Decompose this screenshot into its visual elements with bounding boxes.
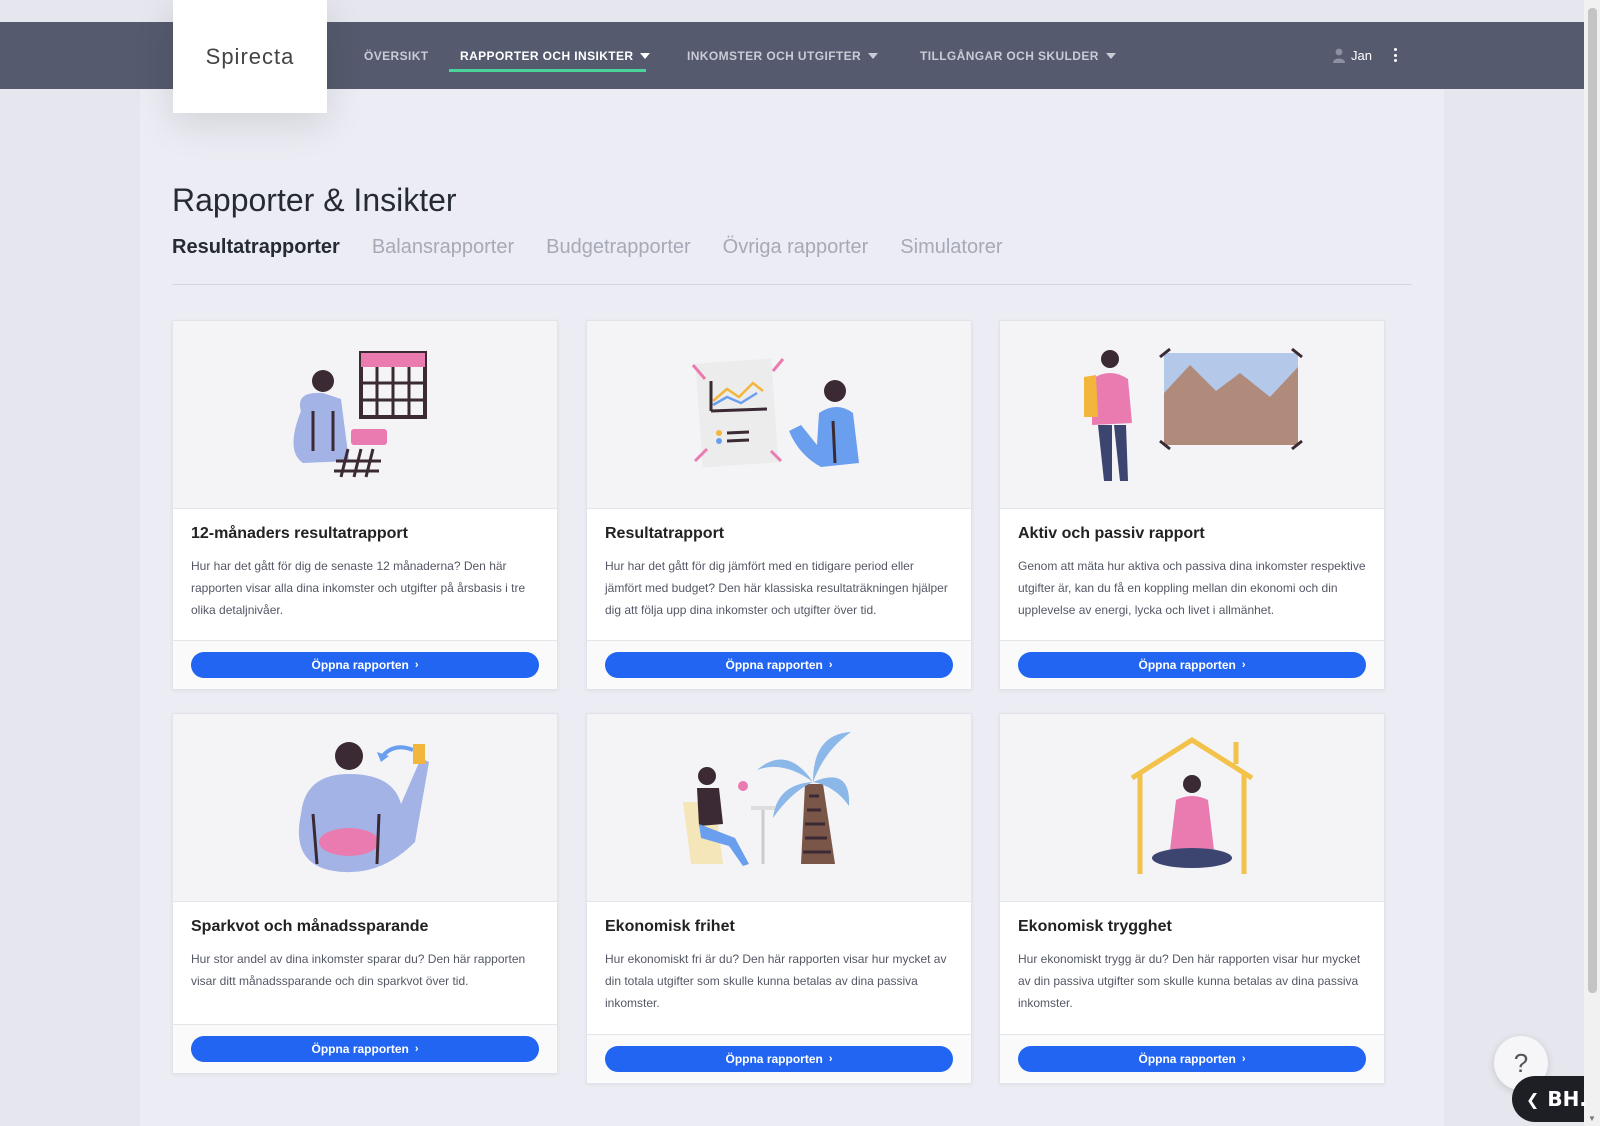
bh-logo: BH.: [1547, 1087, 1587, 1111]
open-report-button[interactable]: Öppna rapporten ›: [605, 652, 953, 678]
chevron-down-icon: [640, 52, 651, 59]
chart-presentation-illustration: [587, 321, 971, 509]
card-footer: Öppna rapporten ›: [1000, 640, 1384, 689]
help-icon: ?: [1513, 1047, 1529, 1078]
card-footer: Öppna rapporten ›: [1000, 1034, 1384, 1083]
user-menu[interactable]: Jan: [1333, 22, 1372, 89]
app-logo[interactable]: Spirecta: [173, 0, 327, 113]
chevron-right-icon: ›: [414, 659, 419, 671]
tab-ovriga-rapporter[interactable]: Övriga rapporter: [723, 236, 869, 259]
button-label: Öppna rapporten: [311, 658, 409, 672]
button-label: Öppna rapporten: [1138, 1052, 1236, 1066]
chevron-down-icon: [1105, 52, 1116, 59]
card-footer: Öppna rapporten ›: [173, 640, 557, 689]
user-icon: [1333, 48, 1345, 63]
chevron-right-icon: ›: [414, 1043, 419, 1055]
calendar-illustration: [173, 321, 557, 509]
chevron-left-icon: ❮: [1526, 1089, 1540, 1109]
chevron-right-icon: ›: [828, 659, 833, 671]
tab-budgetrapporter[interactable]: Budgetrapporter: [546, 236, 691, 259]
nav-item-oversikt[interactable]: ÖVERSIKT: [364, 22, 429, 89]
card-footer: Öppna rapporten ›: [587, 640, 971, 689]
scrollbar-thumb[interactable]: [1588, 8, 1597, 993]
card-title: Aktiv och passiv rapport: [1018, 525, 1205, 542]
house-meditation-illustration: [1000, 714, 1384, 902]
open-report-button[interactable]: Öppna rapporten ›: [1018, 652, 1366, 678]
card-description: Genom att mäta hur aktiva och passiva di…: [1018, 559, 1366, 617]
button-label: Öppna rapporten: [311, 1042, 409, 1056]
nav-item-tillgangar[interactable]: TILLGÅNGAR OCH SKULDER: [920, 22, 1116, 89]
report-tabs: Resultatrapporter Balansrapporter Budget…: [172, 236, 1003, 259]
open-report-button[interactable]: Öppna rapporten ›: [191, 1036, 539, 1062]
palm-tree-illustration: [587, 714, 971, 902]
bh-widget-button[interactable]: ❮ BH.: [1512, 1076, 1587, 1122]
card-description: Hur ekonomiskt fri är du? Den här rappor…: [605, 952, 947, 1010]
button-label: Öppna rapporten: [1138, 658, 1236, 672]
active-nav-indicator: [449, 69, 646, 72]
more-options-icon[interactable]: [1392, 48, 1398, 62]
piggy-bank-illustration: [173, 714, 557, 902]
tab-balansrapporter[interactable]: Balansrapporter: [372, 236, 514, 259]
report-card: Ekonomisk frihet Hur ekonomiskt fri är d…: [586, 713, 972, 1084]
nav-item-inkomster[interactable]: INKOMSTER OCH UTGIFTER: [687, 22, 879, 89]
report-card: Resultatrapport Hur har det gått för dig…: [586, 320, 972, 690]
report-card: 12-månaders resultatrapport Hur har det …: [172, 320, 558, 690]
nav-item-label: TILLGÅNGAR OCH SKULDER: [920, 48, 1099, 63]
card-description: Hur stor andel av dina inkomster sparar …: [191, 952, 526, 988]
tabs-divider: [172, 284, 1412, 285]
card-description: Hur har det gått för dig jämfört med en …: [605, 559, 948, 617]
card-title: Ekonomisk frihet: [605, 918, 735, 935]
card-description: Hur ekonomiskt trygg är du? Den här rapp…: [1018, 952, 1361, 1010]
chevron-right-icon: ›: [1241, 659, 1246, 671]
nav-item-rapporter[interactable]: RAPPORTER OCH INSIKTER: [460, 22, 651, 89]
open-report-button[interactable]: Öppna rapporten ›: [191, 652, 539, 678]
report-card: Ekonomisk trygghet Hur ekonomiskt trygg …: [999, 713, 1385, 1084]
open-report-button[interactable]: Öppna rapporten ›: [1018, 1046, 1366, 1072]
card-title: 12-månaders resultatrapport: [191, 525, 408, 542]
page-title: Rapporter & Insikter: [172, 182, 457, 218]
nav-item-label: RAPPORTER OCH INSIKTER: [460, 48, 634, 63]
chevron-down-icon: [868, 52, 879, 59]
nav-item-label: INKOMSTER OCH UTGIFTER: [687, 48, 862, 63]
tab-simulatorer[interactable]: Simulatorer: [900, 236, 1002, 259]
button-label: Öppna rapporten: [725, 658, 823, 672]
card-footer: Öppna rapporten ›: [173, 1024, 557, 1073]
card-footer: Öppna rapporten ›: [587, 1034, 971, 1083]
chevron-right-icon: ›: [828, 1053, 833, 1065]
user-name: Jan: [1351, 48, 1372, 63]
hiker-mountain-illustration: [1000, 321, 1384, 509]
chevron-right-icon: ›: [1241, 1053, 1246, 1065]
card-title: Sparkvot och månadssparande: [191, 918, 429, 935]
card-description: Hur har det gått för dig de senaste 12 m…: [191, 559, 526, 617]
card-title: Resultatrapport: [605, 525, 725, 542]
report-card: Sparkvot och månadssparande Hur stor and…: [172, 713, 558, 1074]
open-report-button[interactable]: Öppna rapporten ›: [605, 1046, 953, 1072]
scroll-down-arrow-icon[interactable]: ▼: [1588, 1114, 1596, 1123]
button-label: Öppna rapporten: [725, 1052, 823, 1066]
card-title: Ekonomisk trygghet: [1018, 918, 1172, 935]
nav-item-label: ÖVERSIKT: [364, 48, 429, 63]
report-card: Aktiv och passiv rapport Genom att mäta …: [999, 320, 1385, 690]
tab-resultatrapporter[interactable]: Resultatrapporter: [172, 236, 340, 259]
